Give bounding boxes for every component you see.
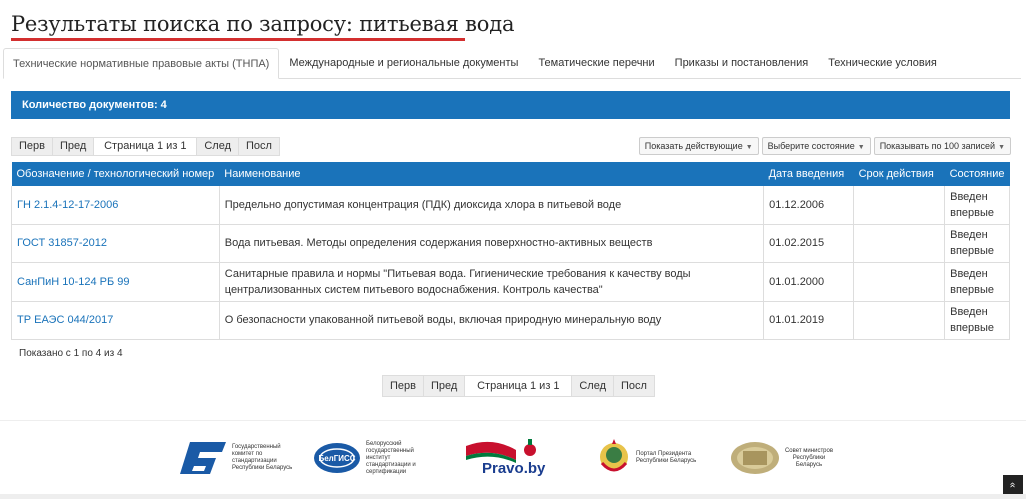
column-header-code[interactable]: Обозначение / технологический номер bbox=[11, 162, 220, 186]
pager-prev-button[interactable]: Пред bbox=[424, 376, 466, 396]
tab-international[interactable]: Международные и региональные документы bbox=[279, 48, 528, 78]
chevron-down-icon: ▼ bbox=[998, 144, 1005, 151]
cell-state: Введен впервые bbox=[944, 301, 1010, 340]
cell-state: Введен впервые bbox=[944, 224, 1010, 263]
cell-code: ГН 2.1.4-12-17-2006 bbox=[11, 186, 220, 225]
table-row: СанПиН 10-124 РБ 99 Санитарные правила и… bbox=[11, 262, 1010, 302]
tab-tnpa[interactable]: Технические нормативные правовые акты (Т… bbox=[3, 48, 280, 79]
coat-of-arms-icon bbox=[600, 439, 628, 472]
table-row: ТР ЕАЭС 044/2017 О безопасности упакован… bbox=[11, 301, 1010, 340]
results-table: Обозначение / технологический номер Наим… bbox=[11, 162, 1010, 340]
table-row: ГН 2.1.4-12-17-2006 Предельно допустимая… bbox=[11, 186, 1010, 225]
cell-term bbox=[853, 186, 946, 225]
gosstandart-logo-link[interactable]: Государственный комитет по стандартизаци… bbox=[176, 434, 294, 482]
council-of-ministers-logo-link[interactable]: Совет министров Республики Беларусь bbox=[730, 434, 834, 482]
column-header-term[interactable]: Срок действия bbox=[853, 162, 945, 186]
pager-last-button[interactable]: Посл bbox=[614, 376, 654, 396]
cell-name: О безопасности упакованной питьевой воды… bbox=[219, 301, 765, 340]
pravo-logo-link[interactable]: Pravo.by bbox=[462, 434, 558, 482]
cell-date: 01.02.2015 bbox=[763, 224, 855, 263]
chevron-down-icon: ▼ bbox=[745, 144, 753, 151]
chevron-down-icon: ▼ bbox=[857, 144, 865, 151]
pager-next-button[interactable]: След bbox=[197, 138, 239, 155]
filter-controls: Показать действующие ▼ Выберите состояние… bbox=[638, 137, 1011, 155]
tab-bar: Технические нормативные правовые акты (Т… bbox=[3, 48, 1021, 79]
pager-bottom: Перв Пред Страница 1 из 1 След Посл bbox=[382, 375, 655, 397]
cell-name: Предельно допустимая концентрация (ПДК) … bbox=[219, 186, 765, 225]
tab-orders[interactable]: Приказы и постановления bbox=[665, 48, 819, 78]
pager-top: Перв Пред Страница 1 из 1 След Посл bbox=[11, 137, 280, 156]
cell-code: ГОСТ 31857-2012 bbox=[11, 224, 220, 263]
pager-last-button[interactable]: Посл bbox=[239, 138, 279, 155]
cell-date: 01.12.2006 bbox=[763, 186, 855, 225]
cell-date: 01.01.2000 bbox=[763, 262, 855, 302]
show-active-select[interactable]: Показать действующие ▼ bbox=[638, 137, 759, 155]
document-link[interactable]: СанПиН 10-124 РБ 99 bbox=[17, 276, 129, 288]
table-header-row: Обозначение / технологический номер Наим… bbox=[11, 162, 1010, 186]
gosstandart-logo-icon bbox=[180, 442, 226, 474]
cell-term bbox=[853, 262, 946, 302]
cell-state: Введен впервые bbox=[944, 186, 1010, 225]
tab-specs[interactable]: Технические условия bbox=[818, 48, 947, 78]
cell-code: СанПиН 10-124 РБ 99 bbox=[11, 262, 220, 302]
government-building-icon bbox=[731, 442, 779, 474]
cell-name: Санитарные правила и нормы "Питьевая вод… bbox=[219, 262, 765, 302]
chevron-up-double-icon[interactable]: » bbox=[1003, 475, 1023, 495]
pager-next-button[interactable]: След bbox=[572, 376, 614, 396]
footer-divider bbox=[0, 420, 1026, 421]
column-header-name[interactable]: Наименование bbox=[219, 162, 764, 186]
pager-first-button[interactable]: Перв bbox=[383, 376, 424, 396]
belgiss-logo-icon: БелГИСС bbox=[314, 443, 360, 473]
document-count-bar: Количество документов: 4 bbox=[11, 91, 1010, 119]
pager-prev-button[interactable]: Пред bbox=[53, 138, 95, 155]
footer-strip bbox=[0, 494, 1026, 499]
select-state-select[interactable]: Выберите состояние ▼ bbox=[761, 137, 871, 155]
column-header-date[interactable]: Дата введения bbox=[763, 162, 854, 186]
cell-date: 01.01.2019 bbox=[763, 301, 855, 340]
cell-term bbox=[853, 224, 946, 263]
title-underline bbox=[11, 38, 465, 41]
document-link[interactable]: ГН 2.1.4-12-17-2006 bbox=[17, 199, 118, 211]
cell-name: Вода питьевая. Методы определения содерж… bbox=[219, 224, 765, 263]
records-shown-text: Показано с 1 по 4 из 4 bbox=[19, 348, 123, 359]
pager-info: Страница 1 из 1 bbox=[94, 138, 198, 155]
cell-code: ТР ЕАЭС 044/2017 bbox=[11, 301, 220, 340]
per-page-select[interactable]: Показывать по 100 записей ▼ bbox=[873, 137, 1011, 155]
cell-term bbox=[853, 301, 946, 340]
belgiss-logo-link[interactable]: БелГИСС Белорусский государственный инст… bbox=[312, 434, 436, 482]
document-link[interactable]: ГОСТ 31857-2012 bbox=[17, 237, 107, 249]
tab-thematic[interactable]: Тематические перечни bbox=[528, 48, 664, 78]
cell-state: Введен впервые bbox=[944, 262, 1010, 302]
page-title: Результаты поиска по запросу: питьевая в… bbox=[11, 12, 515, 36]
pager-info: Страница 1 из 1 bbox=[465, 376, 573, 396]
president-portal-logo-link[interactable]: Портал Президента Республики Беларусь bbox=[596, 434, 698, 482]
svg-text:БелГИСС: БелГИСС bbox=[318, 454, 355, 463]
footer-logos: Государственный комитет по стандартизаци… bbox=[0, 434, 1026, 484]
pager-first-button[interactable]: Перв bbox=[12, 138, 53, 155]
column-header-state[interactable]: Состояние bbox=[944, 162, 1010, 186]
table-row: ГОСТ 31857-2012 Вода питьевая. Методы оп… bbox=[11, 224, 1010, 263]
document-link[interactable]: ТР ЕАЭС 044/2017 bbox=[17, 314, 113, 326]
